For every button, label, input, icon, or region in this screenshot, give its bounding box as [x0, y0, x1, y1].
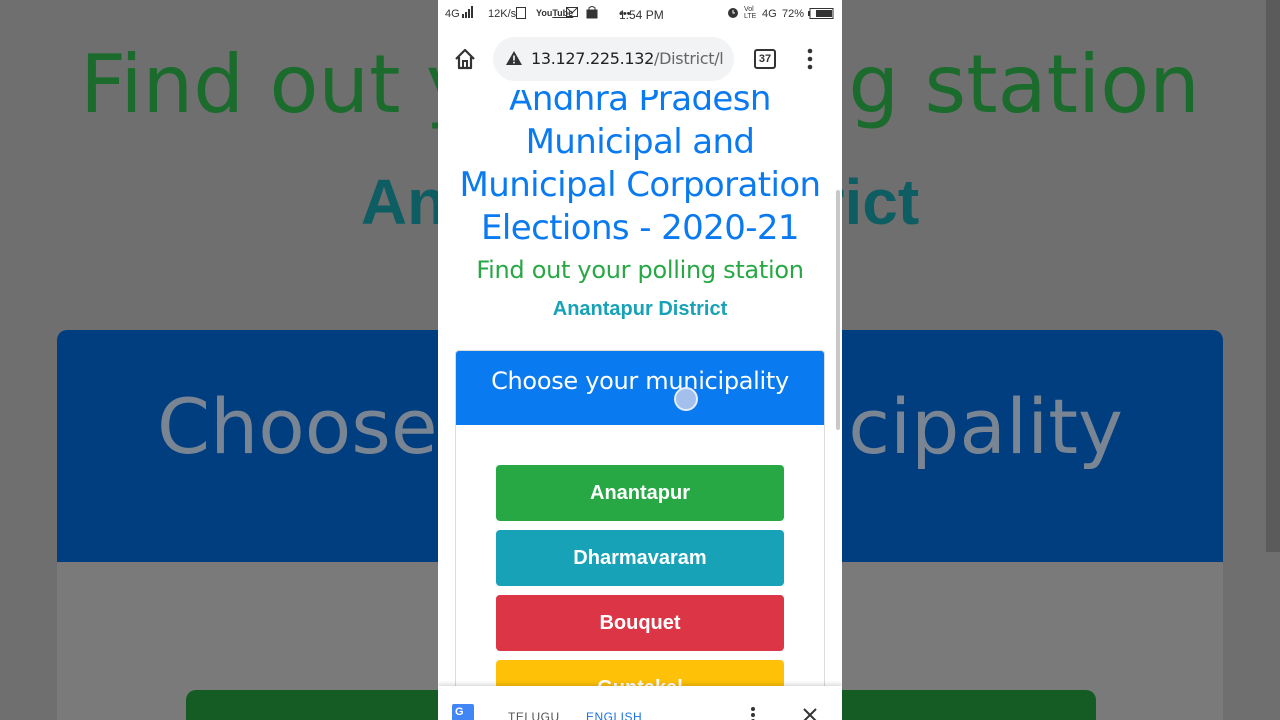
title-line: Municipal and	[525, 122, 755, 162]
battery-icon	[808, 8, 834, 22]
address-bar[interactable]: 13.127.225.132/District/l	[493, 37, 734, 81]
status-bar: 4G 12K/s YouTube ••• 1:54 PM Vol LTE 4G 7…	[438, 0, 842, 30]
close-icon[interactable]	[801, 706, 819, 720]
browser-menu-icon[interactable]	[800, 46, 820, 72]
bag-icon	[586, 6, 598, 22]
url-path: /District/l	[654, 49, 724, 68]
municipality-button-bouquet[interactable]: Bouquet	[496, 595, 784, 651]
sim-icon	[516, 7, 526, 22]
page-scrollbar[interactable]	[836, 190, 840, 430]
time-display: 1:54 PM	[619, 8, 664, 22]
network-indicator: 4G	[445, 8, 460, 20]
page-content: Andhra Pradesh Municipal and Municipal C…	[438, 90, 842, 690]
translate-bar: G TELUGU ENGLISH	[438, 686, 842, 720]
touch-indicator	[674, 387, 698, 411]
tabs-button[interactable]: 37	[754, 49, 776, 69]
page-title: Andhra Pradesh Municipal and Municipal C…	[438, 90, 842, 250]
phone-screen: 4G 12K/s YouTube ••• 1:54 PM Vol LTE 4G 7…	[438, 0, 842, 720]
home-icon[interactable]	[452, 46, 478, 72]
url-host: 13.127.225.132	[531, 49, 655, 68]
background-scrollbar	[1266, 0, 1280, 552]
signal-icon	[462, 6, 474, 21]
title-line: Andhra Pradesh	[509, 90, 771, 119]
municipality-button-anantapur[interactable]: Anantapur	[496, 465, 784, 521]
warning-icon[interactable]	[505, 50, 523, 66]
language-telugu[interactable]: TELUGU	[508, 710, 560, 720]
lte-indicator: 4G	[762, 8, 777, 20]
google-translate-icon: G	[452, 704, 474, 720]
battery-percent: 72%	[782, 8, 805, 20]
data-speed: 12K/s	[488, 8, 517, 20]
title-line: Elections - 2020-21	[481, 208, 800, 248]
card-header-text: Choose your municipality	[491, 367, 789, 395]
district-name: Anantapur District	[552, 298, 728, 320]
language-english[interactable]: ENGLISH	[586, 710, 642, 720]
title-line: Municipal Corporation	[459, 165, 822, 205]
url-text[interactable]: 13.127.225.132/District/l	[531, 49, 724, 68]
card-header: Choose your municipality	[456, 351, 824, 425]
volte-icon: Vol LTE	[744, 6, 757, 20]
municipality-button-dharmavaram[interactable]: Dharmavaram	[496, 530, 784, 586]
mail-icon	[566, 6, 578, 21]
alarm-icon	[727, 7, 739, 22]
translate-menu-icon[interactable]	[750, 706, 756, 720]
browser-toolbar: 13.127.225.132/District/l 37	[438, 30, 842, 90]
page-subtitle: Find out your polling station	[476, 256, 804, 284]
municipality-card: Choose your municipality Anantapur Dharm…	[455, 350, 825, 690]
